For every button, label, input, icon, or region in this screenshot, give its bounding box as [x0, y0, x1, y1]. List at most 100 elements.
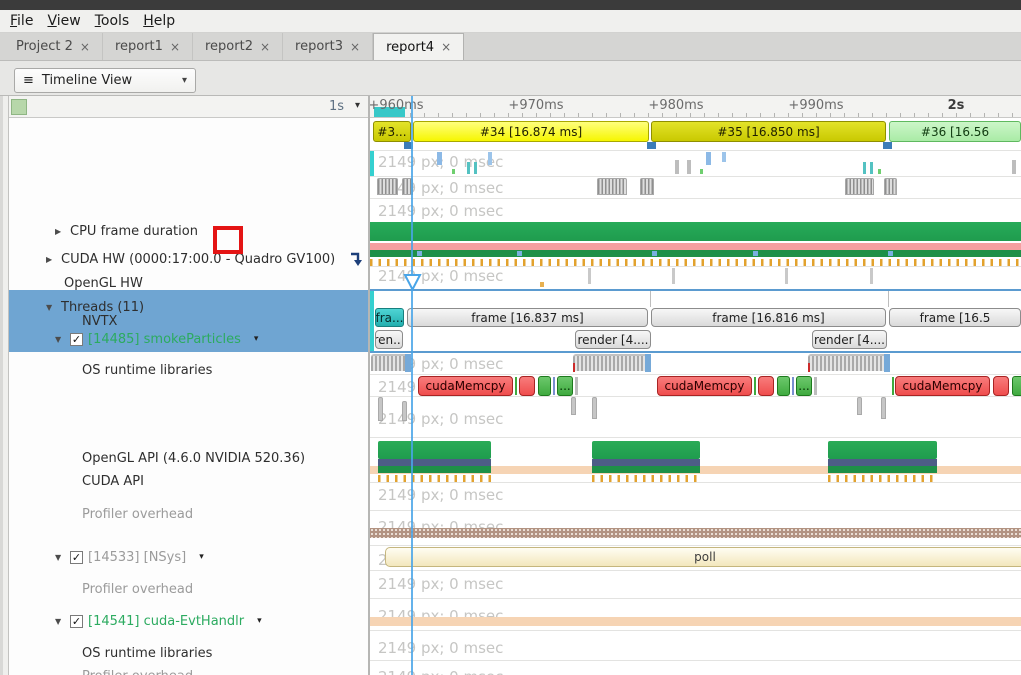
thread-event-marker[interactable]	[888, 251, 893, 256]
cuda-api-range[interactable]	[777, 376, 790, 396]
os-runtime-poll-range[interactable]: poll	[385, 547, 1021, 567]
cuda-api-sliver[interactable]	[814, 377, 817, 395]
cuda-api-range[interactable]	[519, 376, 535, 396]
jump-to-row-icon[interactable]	[348, 251, 364, 268]
tree-row-cpu-frame-duration[interactable]: ▶ CPU frame duration	[9, 220, 368, 242]
opengl-api-call-histogram[interactable]	[808, 354, 890, 371]
os-runtime-event-tick[interactable]	[870, 268, 873, 284]
thread-event-marker[interactable]	[753, 251, 758, 256]
cuda-api-sliver[interactable]	[754, 377, 756, 395]
cuda-api-memcpy-range[interactable]: cudaMemcpy	[657, 376, 752, 396]
cuda-hw-event-tick[interactable]	[870, 162, 873, 174]
overhead-tick[interactable]	[378, 397, 383, 421]
nvtx-render-range[interactable]: ren...	[375, 330, 403, 349]
thread-checkbox[interactable]: ✓	[70, 551, 83, 564]
cuda-api-ellipsis-range[interactable]: ...	[796, 376, 812, 396]
tab-report2[interactable]: report2×	[193, 33, 283, 60]
cuda-api-range[interactable]	[538, 376, 551, 396]
expander-expanded-icon[interactable]: ▼	[55, 617, 65, 626]
cuda-hw-event-tick[interactable]	[474, 162, 477, 174]
time-ruler[interactable]: +960ms +970ms +980ms +990ms 2s	[370, 96, 1021, 118]
cuda-hw-event-tick[interactable]	[706, 152, 711, 165]
overhead-tick[interactable]	[881, 397, 886, 419]
close-icon[interactable]: ×	[170, 40, 180, 54]
tree-row-thread-nsys[interactable]: ▼ ✓ [14533] [NSys] ▾	[9, 546, 368, 568]
cuda-api-ellipsis-range[interactable]: ...	[557, 376, 573, 396]
cuda-api-sliver[interactable]	[515, 377, 517, 395]
frame-duration-bar[interactable]: #36 [16.56	[889, 121, 1021, 142]
frame-duration-bar[interactable]: #35 [16.850 ms]	[651, 121, 886, 142]
cuda-hw-event-tick[interactable]	[700, 169, 703, 174]
thread-event-marker[interactable]	[652, 251, 657, 256]
nsys-activity-block[interactable]	[592, 441, 700, 459]
chevron-down-icon[interactable]: ▾	[355, 100, 360, 111]
os-runtime-event-tick[interactable]	[540, 282, 544, 287]
tree-row-profiler-overhead-1[interactable]: Profiler overhead	[9, 503, 368, 525]
menu-file[interactable]: File	[8, 11, 45, 31]
nvtx-frame-range[interactable]: frame [16.5	[889, 308, 1021, 327]
nvtx-frame-range[interactable]: fra...	[375, 308, 404, 327]
cuda-hw-event-tick[interactable]	[467, 162, 470, 174]
cuda-hw-event-tick[interactable]	[722, 152, 726, 162]
thread-event-marker[interactable]	[517, 251, 522, 256]
os-runtime-event-tick[interactable]	[672, 268, 675, 284]
close-icon[interactable]: ×	[441, 40, 451, 54]
thread-event-marker[interactable]	[417, 251, 422, 256]
frame-marker[interactable]	[883, 142, 892, 149]
tree-row-thread-cuda-evthandlr[interactable]: ▼ ✓ [14541] cuda-EvtHandlr ▾	[9, 610, 368, 632]
cuda-hw-event-tick[interactable]	[1012, 160, 1016, 174]
menu-help[interactable]: Help	[141, 11, 187, 31]
close-icon[interactable]: ×	[260, 40, 270, 54]
tree-row-os-runtime-2[interactable]: OS runtime libraries	[9, 642, 368, 664]
opengl-hw-activity-block[interactable]	[884, 178, 897, 195]
thread-checkbox[interactable]: ✓	[70, 615, 83, 628]
opengl-hw-activity-block[interactable]	[640, 178, 654, 195]
nvtx-frame-range[interactable]: frame [16.837 ms]	[407, 308, 648, 327]
cuda-api-memcpy-range[interactable]: cudaMemcpy	[418, 376, 513, 396]
tab-report3[interactable]: report3×	[283, 33, 373, 60]
cuda-api-range[interactable]	[758, 376, 774, 396]
nsys-activity-block[interactable]	[828, 441, 937, 459]
cuda-api-range[interactable]	[993, 376, 1009, 396]
tree-row-nvtx-selected[interactable]: NVTX	[9, 290, 368, 352]
menu-tools[interactable]: Tools	[93, 11, 142, 31]
opengl-api-call-histogram[interactable]	[573, 354, 651, 371]
os-runtime-event-tick[interactable]	[785, 268, 788, 284]
expander-collapsed-icon[interactable]: ▶	[46, 255, 56, 264]
cuda-api-sliver[interactable]	[892, 377, 894, 395]
expander-collapsed-icon[interactable]: ▶	[55, 227, 65, 236]
tree-row-profiler-overhead-3[interactable]: Profiler overhead	[9, 665, 368, 675]
tree-row-cuda-api[interactable]: CUDA API	[9, 470, 368, 492]
cuda-api-sliver[interactable]	[553, 377, 555, 395]
overhead-tick[interactable]	[592, 397, 597, 419]
tab-report4-active[interactable]: report4×	[373, 33, 464, 60]
frame-duration-bar[interactable]: #34 [16.874 ms]	[413, 121, 649, 142]
cuda-hw-event-tick[interactable]	[863, 162, 866, 174]
nvtx-render-range[interactable]: render [4....	[575, 330, 651, 349]
cuda-api-memcpy-range[interactable]: cudaMemcpy	[895, 376, 990, 396]
tab-report1[interactable]: report1×	[103, 33, 193, 60]
thread-state-bar-running[interactable]	[370, 222, 1021, 241]
cuda-api-sliver[interactable]	[792, 377, 794, 395]
menu-view[interactable]: View	[45, 11, 92, 31]
cuda-hw-event-tick[interactable]	[437, 152, 442, 165]
cuda-hw-event-tick[interactable]	[488, 152, 492, 165]
cuda-hw-event-tick[interactable]	[687, 160, 691, 174]
cuda-hw-event-tick[interactable]	[878, 169, 881, 174]
overhead-tick[interactable]	[402, 401, 407, 421]
thread-options-dropdown-icon[interactable]: ▾	[257, 616, 262, 626]
close-icon[interactable]: ×	[350, 40, 360, 54]
view-selector-dropdown[interactable]: ≡ Timeline View ▾	[14, 68, 196, 93]
cuda-api-sliver[interactable]	[575, 377, 578, 395]
tab-project-2[interactable]: Project 2×	[4, 33, 103, 60]
timeline-cursor-handle[interactable]	[403, 274, 422, 291]
close-icon[interactable]: ×	[80, 40, 90, 54]
cuda-api-range[interactable]	[1012, 376, 1021, 396]
nvtx-frame-range[interactable]: frame [16.816 ms]	[651, 308, 886, 327]
expander-expanded-icon[interactable]: ▼	[55, 553, 65, 562]
tree-row-os-runtime-1[interactable]: OS runtime libraries	[9, 359, 368, 381]
thread-state-bar-blocked[interactable]	[370, 243, 1021, 250]
cuda-hw-event-tick[interactable]	[675, 160, 679, 174]
os-runtime-event-tick[interactable]	[588, 268, 591, 284]
opengl-hw-activity-block[interactable]	[597, 178, 627, 195]
